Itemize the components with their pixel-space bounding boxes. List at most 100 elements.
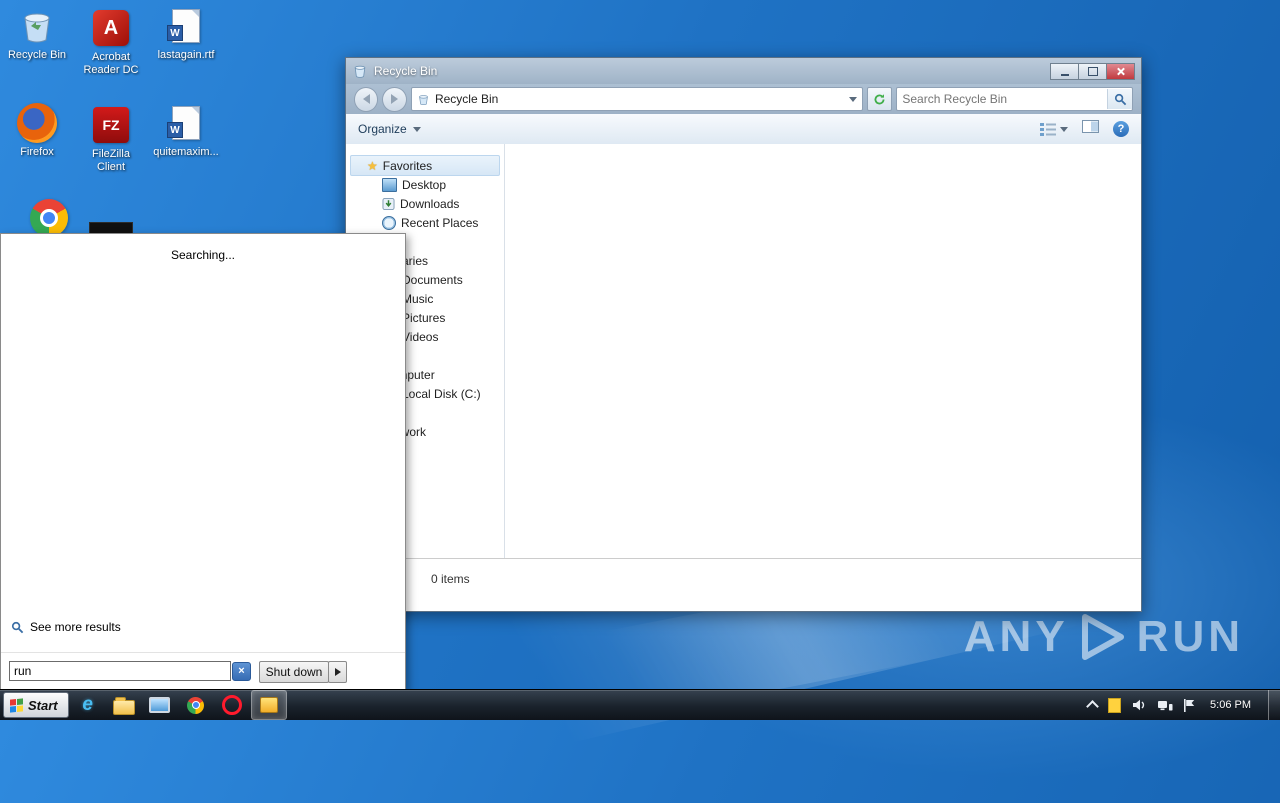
- clear-search-button[interactable]: ×: [232, 662, 251, 681]
- explorer-body: ★ Favorites Desktop Downloads Recent Pla…: [346, 144, 1141, 559]
- forward-button[interactable]: [382, 86, 407, 112]
- acrobat-icon: A: [91, 8, 131, 48]
- organize-button[interactable]: Organize: [358, 122, 421, 136]
- preview-pane-button[interactable]: [1082, 120, 1099, 138]
- window-titlebar[interactable]: Recycle Bin: [346, 58, 1141, 84]
- taskbar-media-button[interactable]: [143, 691, 177, 719]
- nav-item-recent-places[interactable]: Recent Places: [346, 213, 500, 232]
- search-magnifier-button[interactable]: [1107, 89, 1132, 109]
- shut-down-button[interactable]: Shut down: [259, 661, 329, 683]
- see-more-results-link[interactable]: See more results: [11, 620, 121, 634]
- nav-favorites[interactable]: ★ Favorites: [350, 155, 500, 176]
- taskbar-ie-button[interactable]: e: [71, 691, 105, 719]
- action-center-flag-icon[interactable]: [1184, 698, 1195, 712]
- search-icon: [1114, 93, 1126, 105]
- desktop-icon-label: Acrobat Reader DC: [83, 51, 139, 76]
- item-count: 0 items: [431, 572, 470, 586]
- desktop-icon-label: FileZilla Client: [92, 148, 130, 173]
- help-icon: ?: [1117, 123, 1125, 135]
- maximize-button[interactable]: [1079, 63, 1107, 80]
- monitor-icon: [149, 697, 171, 713]
- clock[interactable]: 5:06 PM: [1210, 699, 1251, 711]
- internet-explorer-icon: e: [82, 694, 93, 715]
- file-list-area[interactable]: [505, 144, 1141, 559]
- desktop-icon-firefox[interactable]: Firefox: [4, 103, 70, 159]
- watermark-text-right: RUN: [1136, 612, 1244, 661]
- toolbar-right-icons: ?: [1040, 120, 1129, 138]
- taskbar-chrome-button[interactable]: [179, 691, 213, 719]
- close-icon: ×: [238, 665, 245, 677]
- desktop-icon-label: quitemaxim...: [153, 146, 219, 158]
- explorer-search-input[interactable]: [897, 92, 1107, 106]
- recycle-bin-icon: [17, 6, 57, 46]
- back-button[interactable]: [354, 86, 379, 112]
- close-button[interactable]: [1107, 63, 1135, 80]
- recycle-bin-icon: [419, 94, 428, 105]
- desktop-icon-lastagain[interactable]: W lastagain.rtf: [153, 6, 219, 62]
- shut-down-label: Shut down: [265, 665, 323, 679]
- desktop-icon-acrobat[interactable]: A Acrobat Reader DC: [78, 8, 144, 77]
- network-icon[interactable]: [1158, 699, 1173, 711]
- nav-label: Downloads: [400, 196, 460, 211]
- taskbar-explorer-button[interactable]: [107, 691, 141, 719]
- chrome-icon: [29, 198, 69, 238]
- nav-item-downloads[interactable]: Downloads: [346, 194, 500, 213]
- show-hidden-icons-button[interactable]: [1086, 700, 1099, 713]
- address-bar: Recycle Bin: [346, 84, 1141, 114]
- watermark-text-left: ANY: [963, 612, 1069, 661]
- shut-down-options-button[interactable]: [328, 661, 347, 683]
- volume-icon[interactable]: [1132, 699, 1147, 711]
- word-glyph: W: [167, 122, 183, 138]
- notification-icon[interactable]: [1108, 697, 1122, 713]
- details-pane: 0 items: [346, 558, 1141, 611]
- back-arrow-icon: [362, 94, 370, 104]
- desktop-icon-label: Firefox: [20, 146, 54, 158]
- caption-buttons: [1050, 63, 1135, 80]
- explorer-window: Recycle Bin Recycle Bin Search Recycle B…: [345, 57, 1142, 612]
- start-button[interactable]: Start: [3, 692, 69, 718]
- nav-label: Documents: [402, 272, 463, 287]
- desktop-icon-recycle-bin[interactable]: Recycle Bin: [4, 6, 70, 62]
- nav-item-desktop[interactable]: Desktop: [346, 175, 500, 194]
- desktop-icon-label: Recycle Bin: [7, 49, 67, 61]
- start-menu-divider: [1, 652, 405, 653]
- taskbar-active-app-button[interactable]: [250, 690, 287, 720]
- nav-label: Recent Places: [401, 215, 479, 230]
- taskbar: Start e 5:06 PM: [0, 689, 1280, 720]
- desktop-icon-quitemaxim[interactable]: W quitemaxim...: [153, 103, 219, 159]
- views-icon: [1040, 122, 1056, 136]
- start-search-input[interactable]: [9, 661, 231, 681]
- change-view-button[interactable]: [1040, 122, 1068, 136]
- help-button[interactable]: ?: [1113, 121, 1129, 137]
- window-title: Recycle Bin: [374, 64, 438, 78]
- chevron-down-icon[interactable]: [848, 96, 857, 102]
- desktop-root: { "glyphs": { "word": "W", "filezilla": …: [0, 0, 1280, 803]
- explorer-search-box[interactable]: [896, 87, 1133, 111]
- address-box[interactable]: Recycle Bin: [410, 87, 863, 111]
- opera-icon: [221, 695, 242, 715]
- filezilla-glyph: FZ: [102, 116, 120, 133]
- recent-places-mini-icon: [382, 215, 396, 230]
- command-toolbar: Organize ?: [346, 114, 1141, 145]
- filezilla-icon: FZ: [91, 105, 131, 145]
- show-desktop-button[interactable]: [1268, 690, 1280, 720]
- searching-status: Searching...: [170, 248, 236, 262]
- refresh-button[interactable]: [866, 87, 893, 111]
- nav-label: Favorites: [382, 158, 433, 173]
- start-menu: Searching... See more results × Shut dow…: [0, 233, 406, 692]
- word-doc-icon: W: [166, 6, 206, 46]
- folder-icon: [112, 696, 135, 715]
- chevron-right-icon: [334, 668, 341, 676]
- desktop-mini-icon: [382, 177, 397, 192]
- firefox-icon: [17, 103, 57, 143]
- word-doc-icon: W: [166, 103, 206, 143]
- desktop-icon-filezilla[interactable]: FZ FileZilla Client: [78, 105, 144, 174]
- minimize-button[interactable]: [1050, 63, 1079, 80]
- active-app-icon: [259, 697, 278, 713]
- start-button-label: Start: [28, 697, 58, 713]
- nav-label: Videos: [402, 329, 439, 344]
- windows-flag-icon: [10, 697, 23, 713]
- taskbar-opera-button[interactable]: [215, 691, 249, 719]
- acrobat-glyph: A: [103, 16, 119, 39]
- downloads-mini-icon: [382, 197, 395, 210]
